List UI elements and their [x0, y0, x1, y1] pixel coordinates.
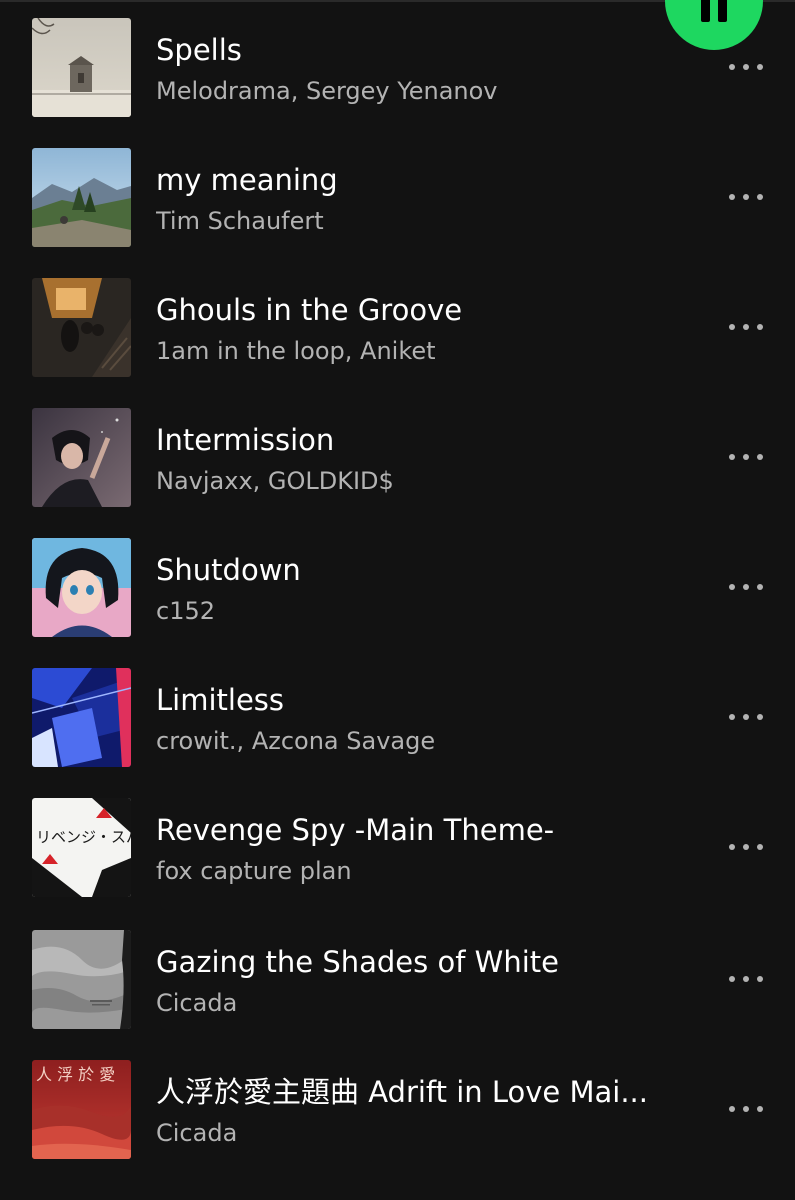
more-options-icon[interactable] [724, 312, 768, 342]
track-artist: Navjaxx, GOLDKID$ [156, 467, 394, 495]
album-cover [32, 538, 131, 637]
album-cover [32, 148, 131, 247]
more-options-icon[interactable] [724, 52, 768, 82]
cabin-in-snow-icon [32, 18, 131, 117]
track-title: 人浮於愛主題曲 Adrift in Love Mai... [156, 1075, 648, 1109]
track-row[interactable]: Shutdown c152 [0, 522, 795, 652]
album-cover [32, 930, 131, 1029]
more-options-icon[interactable] [724, 702, 768, 732]
track-title: Limitless [156, 683, 285, 717]
album-cover [32, 278, 131, 377]
grey-map-texture-icon [32, 930, 131, 1029]
more-options-icon[interactable] [724, 964, 768, 994]
album-cover: リベンジ・スパイ [32, 798, 131, 897]
track-row[interactable]: Intermission Navjaxx, GOLDKID$ [0, 392, 795, 522]
more-options-icon[interactable] [724, 442, 768, 472]
more-options-icon[interactable] [724, 182, 768, 212]
album-cover [32, 668, 131, 767]
track-artist: 1am in the loop, Aniket [156, 337, 436, 365]
track-artist: Tim Schaufert [156, 207, 324, 235]
track-artist: c152 [156, 597, 216, 625]
album-cover [32, 18, 131, 117]
track-row[interactable]: Limitless crowit., Azcona Savage [0, 652, 795, 782]
revenge-spy-soundtrack-icon: リベンジ・スパイ [32, 798, 131, 897]
track-row[interactable]: 人 浮 於 愛 人浮於愛主題曲 Adrift in Love Mai... Ci… [0, 1042, 795, 1172]
track-row[interactable]: Ghouls in the Groove 1am in the loop, An… [0, 262, 795, 392]
track-title: my meaning [156, 163, 338, 197]
anime-girl-portrait-icon [32, 538, 131, 637]
track-title: Revenge Spy -Main Theme- [156, 813, 555, 847]
mountain-landscape-icon [32, 148, 131, 247]
more-options-icon[interactable] [724, 832, 768, 862]
track-artist: fox capture plan [156, 857, 352, 885]
track-artist: Melodrama, Sergey Yenanov [156, 77, 498, 105]
anime-boy-night-icon [32, 408, 131, 507]
track-row[interactable]: Gazing the Shades of White Cicada [0, 912, 795, 1042]
abstract-blue-cubes-icon [32, 668, 131, 767]
red-dunes-icon: 人 浮 於 愛 [32, 1060, 131, 1159]
track-row[interactable]: リベンジ・スパイ Revenge Spy -Main Theme- fox ca… [0, 782, 795, 912]
track-artist: Cicada [156, 989, 238, 1017]
pause-icon [701, 0, 710, 22]
track-artist: Cicada [156, 1119, 238, 1147]
screen: Spells Melodrama, Sergey Yenanov my mean… [0, 0, 795, 1200]
track-artist: crowit., Azcona Savage [156, 727, 436, 755]
ghosts-on-stairs-icon [32, 278, 131, 377]
album-cover: 人 浮 於 愛 [32, 1060, 131, 1159]
more-options-icon[interactable] [724, 572, 768, 602]
more-options-icon[interactable] [724, 1094, 768, 1124]
track-title: Ghouls in the Groove [156, 293, 463, 327]
track-row[interactable]: my meaning Tim Schaufert [0, 132, 795, 262]
cover-text: リベンジ・スパイ [36, 828, 131, 846]
cover-text: 人 浮 於 愛 [36, 1065, 115, 1084]
track-title: Spells [156, 33, 242, 67]
track-title: Gazing the Shades of White [156, 945, 559, 979]
album-cover [32, 408, 131, 507]
track-title: Intermission [156, 423, 335, 457]
track-title: Shutdown [156, 553, 301, 587]
